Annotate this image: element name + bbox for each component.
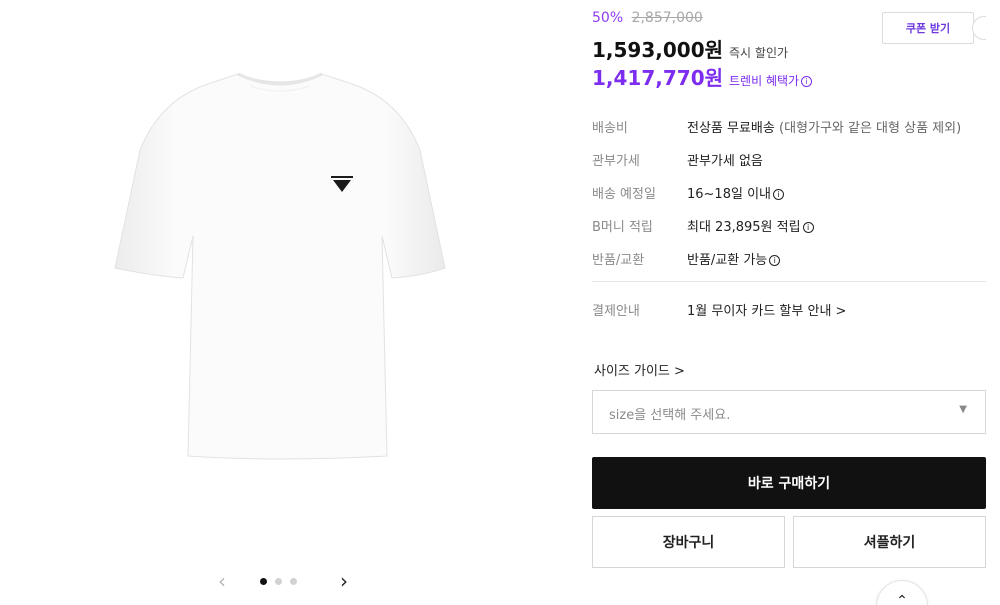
coupon-button[interactable]: 쿠폰 받기	[882, 12, 974, 44]
spec-key: B머니 적립	[592, 220, 653, 235]
spec-value-text: 반품/교환 가능	[687, 253, 768, 268]
divider	[592, 281, 986, 282]
size-select-placeholder: size을 선택해 주세요.	[609, 408, 731, 423]
spec-value: 전상품 무료배송 (대형가구와 같은 대형 상품 제외)	[687, 117, 961, 136]
spec-key: 결제안내	[592, 304, 640, 319]
tshirt-image	[114, 72, 446, 460]
spec-key: 배송 예정일	[592, 187, 656, 202]
spec-value-text: 최대 23,895원 적립	[687, 220, 801, 235]
scroll-to-top-button[interactable]: ⌃	[876, 580, 928, 605]
caret-down-icon: ▼	[959, 404, 967, 415]
size-select[interactable]: size을 선택해 주세요. ▼	[592, 390, 986, 434]
chevron-right-icon[interactable]: ›	[334, 568, 354, 594]
spec-key: 반품/교환	[592, 253, 645, 268]
info-icon[interactable]: i	[773, 189, 784, 200]
size-guide-link[interactable]: 사이즈 가이드 >	[594, 360, 685, 379]
image-carousel-controls: ‹ ›	[212, 568, 352, 594]
spec-row-customs: 관부가세 관부가세 없음	[592, 147, 986, 169]
spec-value: 16~18일 이내 i	[687, 183, 784, 202]
instant-price-label: 즉시 할인가	[729, 46, 789, 60]
buy-now-button[interactable]: 바로 구매하기	[592, 457, 986, 509]
shuffle-button[interactable]: 셔플하기	[793, 516, 986, 568]
carousel-dots	[260, 576, 304, 586]
benefit-label-text: 트렌비 혜택가	[729, 74, 800, 88]
carousel-dot-1[interactable]	[260, 577, 267, 585]
benefit-price-row: 1,417,770원 트렌비 혜택가 i	[592, 62, 813, 90]
instant-price-row: 1,593,000원 즉시 할인가	[592, 34, 789, 62]
coupon-notch	[972, 16, 986, 40]
spec-row-returns: 반품/교환 반품/교환 가능 i	[592, 246, 986, 268]
discount-percent: 50%	[592, 10, 624, 26]
spec-key: 배송비	[592, 121, 628, 136]
add-to-cart-button[interactable]: 장바구니	[592, 516, 785, 568]
spec-note: (대형가구와 같은 대형 상품 제외)	[779, 121, 962, 136]
product-image[interactable]	[100, 60, 460, 470]
spec-value: 반품/교환 가능 i	[687, 249, 781, 268]
info-icon[interactable]: i	[801, 76, 813, 87]
product-info-panel: 50% 2,857,000 쿠폰 받기 1,593,000원 즉시 할인가 1,…	[592, 0, 986, 605]
carousel-dot-3[interactable]	[290, 577, 297, 585]
instant-price: 1,593,000원	[592, 38, 724, 62]
chevron-left-icon[interactable]: ‹	[212, 568, 232, 594]
product-gallery: ‹ ›	[0, 0, 560, 605]
spec-value: 관부가세 없음	[687, 154, 763, 169]
spec-row-delivery-date: 배송 예정일 16~18일 이내 i	[592, 180, 986, 202]
spec-row-payment: 결제안내 1월 무이자 카드 할부 안내 >	[592, 297, 986, 319]
info-icon[interactable]: i	[769, 255, 781, 266]
spec-row-bmoney: B머니 적립 최대 23,895원 적립 i	[592, 213, 986, 235]
spec-row-shipping: 배송비 전상품 무료배송 (대형가구와 같은 대형 상품 제외)	[592, 114, 986, 136]
payment-info-link[interactable]: 1월 무이자 카드 할부 안내 >	[687, 300, 846, 319]
original-price: 2,857,000	[631, 10, 703, 26]
discount-row: 50% 2,857,000	[592, 10, 703, 30]
spec-key: 관부가세	[592, 154, 640, 169]
spec-value-text: 16~18일 이내	[687, 187, 771, 202]
benefit-price: 1,417,770원	[592, 66, 724, 90]
benefit-price-label: 트렌비 혜택가 i	[729, 72, 813, 89]
spec-value: 최대 23,895원 적립 i	[687, 216, 814, 235]
carousel-dot-2[interactable]	[275, 577, 282, 585]
chevron-up-icon: ⌃	[896, 593, 908, 605]
info-icon[interactable]: i	[802, 222, 814, 233]
spec-value-text: 전상품 무료배송	[687, 121, 775, 136]
